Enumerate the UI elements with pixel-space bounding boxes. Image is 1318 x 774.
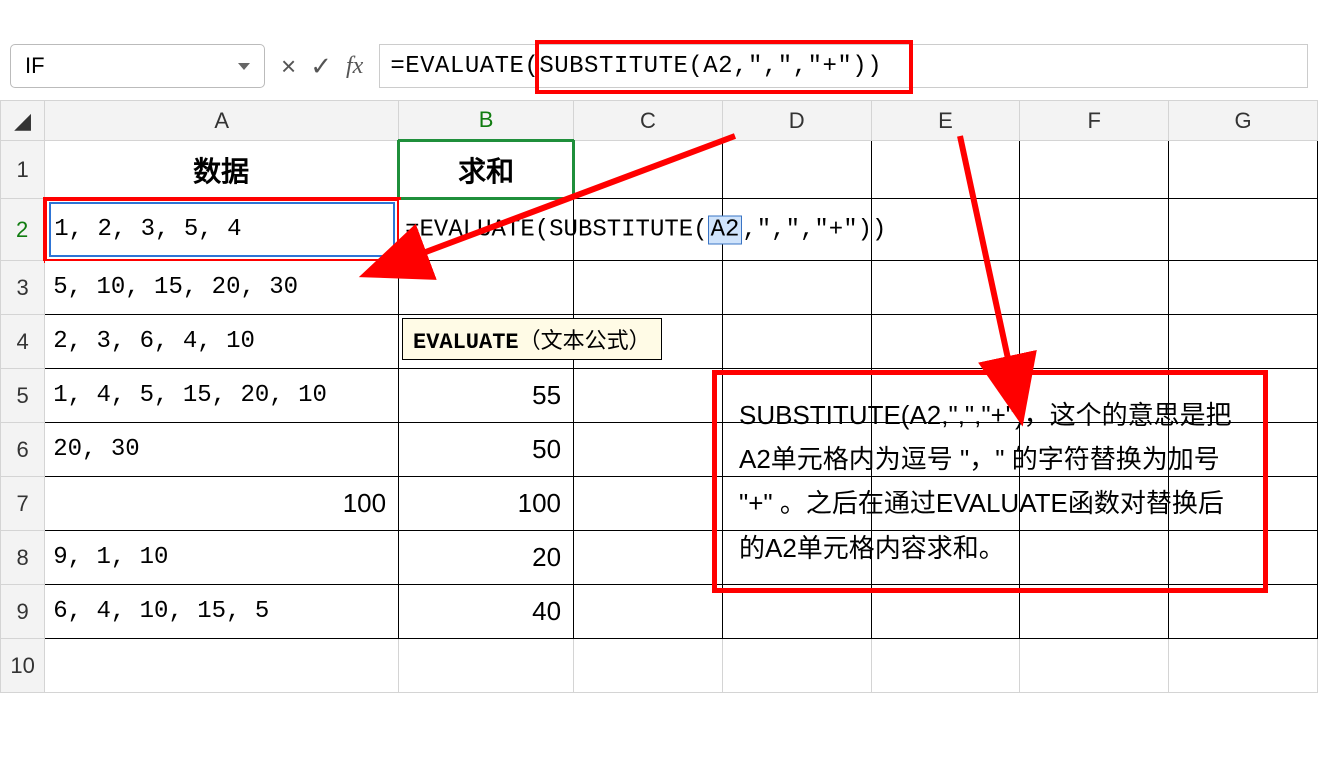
row-header-2[interactable]: 2 — [1, 199, 45, 261]
fx-icon[interactable]: fx — [346, 53, 363, 80]
col-header-B[interactable]: B — [399, 101, 574, 141]
cell[interactable] — [1169, 141, 1318, 199]
row-header-7[interactable]: 7 — [1, 477, 45, 531]
tooltip-funcname: EVALUATE — [413, 330, 519, 355]
table-row: 2 1, 2, 3, 5, 4 =EVALUATE(SUBSTITUTE(A2,… — [1, 199, 1318, 261]
cell[interactable] — [722, 639, 871, 693]
inline-formula: =EVALUATE(SUBSTITUTE(A2,",","+")) — [405, 217, 886, 244]
cell[interactable] — [1020, 199, 1169, 261]
cell[interactable] — [722, 315, 871, 369]
formula-prefix: =EVALUATE( — [390, 53, 539, 80]
cell-A6[interactable]: 20, 30 — [45, 423, 399, 477]
cell[interactable] — [574, 261, 723, 315]
col-header-C[interactable]: C — [574, 101, 723, 141]
col-header-F[interactable]: F — [1020, 101, 1169, 141]
row-header-10[interactable]: 10 — [1, 639, 45, 693]
cell[interactable] — [399, 639, 574, 693]
cell-B3[interactable] — [399, 261, 574, 315]
cell[interactable] — [722, 261, 871, 315]
col-header-G[interactable]: G — [1169, 101, 1318, 141]
cell-A1[interactable]: 数据 — [45, 141, 399, 199]
cell-A8[interactable]: 9, 1, 10 — [45, 531, 399, 585]
tooltip-text: （文本公式） — [519, 330, 651, 355]
cell-B8[interactable]: 20 — [399, 531, 574, 585]
row-header-6[interactable]: 6 — [1, 423, 45, 477]
cell[interactable] — [574, 477, 723, 531]
cell-A3[interactable]: 5, 10, 15, 20, 30 — [45, 261, 399, 315]
name-box[interactable]: IF — [10, 44, 265, 88]
column-headers: ◢ A B C D E F G — [1, 101, 1318, 141]
cell-B7[interactable]: 100 — [399, 477, 574, 531]
cell[interactable] — [1169, 639, 1318, 693]
cell[interactable] — [722, 141, 871, 199]
col-header-D[interactable]: D — [722, 101, 871, 141]
select-all-corner[interactable]: ◢ — [1, 101, 45, 141]
cell[interactable] — [871, 199, 1020, 261]
annotation-box: SUBSTITUTE(A2,",","+")，这个的意思是把A2单元格内为逗号 … — [712, 370, 1268, 593]
cell[interactable] — [574, 141, 723, 199]
cell[interactable] — [871, 261, 1020, 315]
formula-bar: IF × ✓ fx =EVALUATE(SUBSTITUTE(A2,",","+… — [0, 38, 1318, 94]
cell-A7[interactable]: 100 — [45, 477, 399, 531]
cell[interactable] — [871, 315, 1020, 369]
cell[interactable] — [871, 639, 1020, 693]
formula-highlight-text: SUBSTITUTE(A2,",","+")) — [539, 53, 882, 80]
table-row: 3 5, 10, 15, 20, 30 — [1, 261, 1318, 315]
cell[interactable] — [574, 639, 723, 693]
table-row: 1 数据 求和 — [1, 141, 1318, 199]
cell[interactable] — [574, 423, 723, 477]
cancel-icon[interactable]: × — [281, 51, 296, 82]
cell[interactable] — [574, 585, 723, 639]
cell[interactable] — [45, 639, 399, 693]
formula-input[interactable]: =EVALUATE(SUBSTITUTE(A2,",","+")) — [379, 44, 1308, 88]
cell-B6[interactable]: 50 — [399, 423, 574, 477]
row-header-5[interactable]: 5 — [1, 369, 45, 423]
cell-B1[interactable]: 求和 — [399, 141, 574, 199]
cell-B2[interactable]: =EVALUATE(SUBSTITUTE(A2,",","+")) — [399, 199, 574, 261]
formula-bar-buttons: × ✓ fx — [277, 51, 367, 82]
cell-A5[interactable]: 1, 4, 5, 15, 20, 10 — [45, 369, 399, 423]
cell[interactable] — [574, 531, 723, 585]
row-header-9[interactable]: 9 — [1, 585, 45, 639]
cell[interactable] — [1020, 639, 1169, 693]
col-header-E[interactable]: E — [871, 101, 1020, 141]
cell[interactable] — [1020, 315, 1169, 369]
row-header-8[interactable]: 8 — [1, 531, 45, 585]
name-box-value: IF — [25, 53, 45, 79]
cell-A9[interactable]: 6, 4, 10, 15, 5 — [45, 585, 399, 639]
cell[interactable] — [1169, 261, 1318, 315]
cell-A4[interactable]: 2, 3, 6, 4, 10 — [45, 315, 399, 369]
function-tooltip: EVALUATE（文本公式） — [402, 318, 662, 360]
cell[interactable] — [1169, 315, 1318, 369]
row-header-3[interactable]: 3 — [1, 261, 45, 315]
cell[interactable] — [1020, 261, 1169, 315]
cell[interactable] — [1169, 199, 1318, 261]
confirm-icon[interactable]: ✓ — [310, 51, 332, 82]
cell[interactable] — [1020, 141, 1169, 199]
cell[interactable] — [871, 141, 1020, 199]
row-header-4[interactable]: 4 — [1, 315, 45, 369]
cell-B5[interactable]: 55 — [399, 369, 574, 423]
table-row: 10 — [1, 639, 1318, 693]
col-header-A[interactable]: A — [45, 101, 399, 141]
cell-B9[interactable]: 40 — [399, 585, 574, 639]
row-header-1[interactable]: 1 — [1, 141, 45, 199]
cell[interactable] — [574, 369, 723, 423]
cell-A2[interactable]: 1, 2, 3, 5, 4 — [45, 199, 399, 261]
chevron-down-icon — [238, 63, 250, 70]
annotation-text: SUBSTITUTE(A2,",","+")，这个的意思是把A2单元格内为逗号 … — [739, 400, 1232, 563]
